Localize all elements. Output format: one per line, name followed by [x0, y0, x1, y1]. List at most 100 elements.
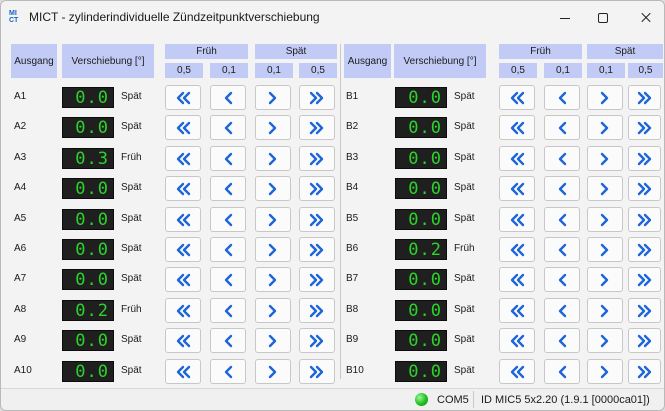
late-0-5-button[interactable] [299, 359, 335, 384]
late-0-5-button[interactable] [628, 237, 661, 262]
early-0-5-button[interactable] [499, 237, 535, 262]
output-label-a5: A5 [14, 213, 27, 224]
early-0-1-button[interactable] [544, 146, 580, 171]
late-0-1-button[interactable] [587, 328, 623, 353]
late-0-1-button[interactable] [587, 115, 623, 140]
early-0-5-button[interactable] [499, 207, 535, 232]
late-0-5-button[interactable] [299, 146, 335, 171]
late-0-1-button[interactable] [255, 359, 291, 384]
double-chevron-left-icon [174, 304, 192, 318]
early-0-1-button[interactable] [210, 85, 246, 110]
shift-display: 0.0 [62, 269, 114, 290]
early-0-1-button[interactable] [544, 85, 580, 110]
early-0-1-button[interactable] [544, 115, 580, 140]
early-0-5-button[interactable] [165, 237, 201, 262]
early-0-5-button[interactable] [165, 85, 201, 110]
early-0-1-button[interactable] [544, 328, 580, 353]
early-0-5-button[interactable] [165, 176, 201, 201]
double-chevron-left-icon [508, 182, 526, 196]
late-0-1-button[interactable] [255, 146, 291, 171]
late-0-1-button[interactable] [255, 207, 291, 232]
early-0-5-button[interactable] [165, 207, 201, 232]
early-0-5-button[interactable] [499, 328, 535, 353]
chevron-left-icon [219, 182, 237, 196]
late-0-5-button[interactable] [299, 207, 335, 232]
early-0-5-button[interactable] [499, 298, 535, 323]
minimize-button[interactable] [547, 5, 583, 31]
late-0-5-button[interactable] [628, 328, 661, 353]
early-0-5-button[interactable] [499, 267, 535, 292]
close-button[interactable] [628, 5, 664, 31]
output-label-b5: B5 [346, 213, 359, 224]
late-0-5-button[interactable] [299, 328, 335, 353]
early-0-1-button[interactable] [210, 207, 246, 232]
late-0-1-button[interactable] [587, 146, 623, 171]
double-chevron-right-icon [308, 273, 326, 287]
late-0-1-button[interactable] [255, 267, 291, 292]
early-0-5-button[interactable] [165, 298, 201, 323]
late-0-1-button[interactable] [587, 267, 623, 292]
late-0-1-button[interactable] [587, 237, 623, 262]
late-0-1-button[interactable] [255, 328, 291, 353]
early-0-1-button[interactable] [210, 298, 246, 323]
early-0-5-button[interactable] [499, 359, 535, 384]
late-0-5-button[interactable] [299, 85, 335, 110]
late-0-1-button[interactable] [587, 359, 623, 384]
late-0-5-button[interactable] [628, 207, 661, 232]
direction-label: Spät [121, 334, 142, 345]
early-0-5-button[interactable] [499, 85, 535, 110]
early-0-1-button[interactable] [210, 146, 246, 171]
late-0-1-button[interactable] [255, 115, 291, 140]
early-0-5-button[interactable] [165, 267, 201, 292]
late-0-5-button[interactable] [299, 115, 335, 140]
late-0-1-button[interactable] [255, 298, 291, 323]
late-0-5-button[interactable] [628, 146, 661, 171]
late-0-5-button[interactable] [299, 267, 335, 292]
late-0-5-button[interactable] [628, 267, 661, 292]
late-0-1-button[interactable] [255, 176, 291, 201]
early-0-5-button[interactable] [165, 328, 201, 353]
maximize-button[interactable] [585, 5, 621, 31]
chevron-right-icon [596, 365, 614, 379]
early-0-5-button[interactable] [499, 115, 535, 140]
late-0-5-button[interactable] [628, 115, 661, 140]
late-0-1-button[interactable] [587, 176, 623, 201]
early-0-1-button[interactable] [210, 359, 246, 384]
late-0-1-button[interactable] [587, 85, 623, 110]
late-0-1-button[interactable] [255, 237, 291, 262]
early-0-5-button[interactable] [165, 115, 201, 140]
late-0-5-button[interactable] [299, 298, 335, 323]
chevron-left-icon [553, 243, 571, 257]
shift-display: 0.0 [395, 148, 447, 169]
early-0-5-button[interactable] [165, 146, 201, 171]
early-0-5-button[interactable] [165, 359, 201, 384]
early-0-1-button[interactable] [544, 298, 580, 323]
shift-display: 0.0 [62, 239, 114, 260]
early-0-1-button[interactable] [210, 176, 246, 201]
early-0-1-button[interactable] [544, 267, 580, 292]
direction-label: Spät [121, 182, 142, 193]
shift-display: 0.2 [395, 239, 447, 260]
early-0-1-button[interactable] [544, 176, 580, 201]
late-0-5-button[interactable] [299, 176, 335, 201]
early-0-1-button[interactable] [544, 359, 580, 384]
early-0-5-button[interactable] [499, 176, 535, 201]
late-0-5-button[interactable] [299, 237, 335, 262]
early-0-1-button[interactable] [210, 267, 246, 292]
late-0-5-button[interactable] [628, 176, 661, 201]
shift-value: 0.0 [408, 118, 442, 138]
early-0-1-button[interactable] [544, 237, 580, 262]
early-0-1-button[interactable] [210, 115, 246, 140]
early-0-5-button[interactable] [499, 146, 535, 171]
late-0-1-button[interactable] [255, 85, 291, 110]
early-0-1-button[interactable] [210, 328, 246, 353]
late-0-1-button[interactable] [587, 207, 623, 232]
early-0-1-button[interactable] [210, 237, 246, 262]
early-0-1-button[interactable] [544, 207, 580, 232]
late-0-5-button[interactable] [628, 298, 661, 323]
late-0-5-button[interactable] [628, 85, 661, 110]
header-ausgang: Ausgang [11, 44, 57, 78]
shift-value: 0.0 [408, 362, 442, 382]
late-0-1-button[interactable] [587, 298, 623, 323]
late-0-5-button[interactable] [628, 359, 661, 384]
